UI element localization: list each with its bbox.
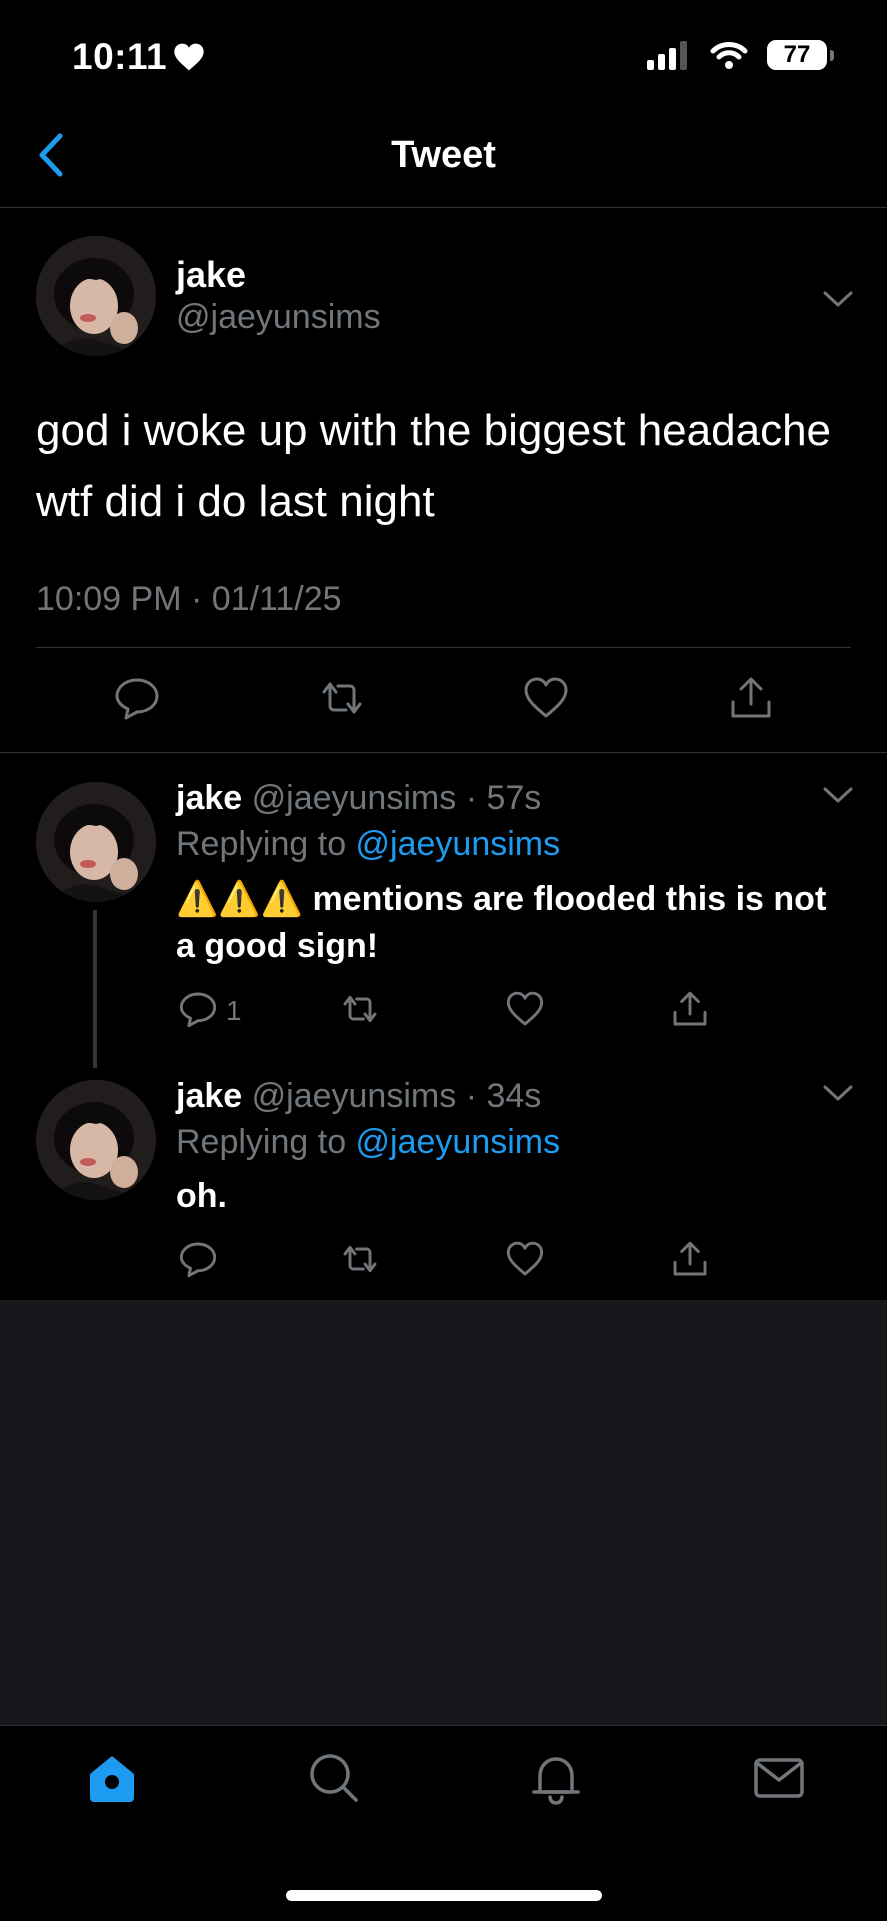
home-indicator[interactable] — [286, 1890, 602, 1901]
author-handle[interactable]: @jaeyunsims — [176, 298, 381, 337]
reply-time: · 57s — [465, 779, 542, 817]
share-icon[interactable] — [670, 989, 710, 1029]
wifi-icon — [710, 42, 748, 69]
mail-icon[interactable] — [751, 1750, 807, 1806]
reply-avatar[interactable] — [36, 782, 156, 902]
heart-icon[interactable] — [505, 989, 545, 1029]
meta-divider — [36, 647, 851, 648]
signal-icon — [647, 41, 687, 70]
reply-header: jake @jaeyunsims · 57s — [176, 779, 541, 818]
retweet-icon[interactable] — [318, 674, 366, 722]
share-icon[interactable] — [727, 674, 775, 722]
reply-count: 1 — [226, 995, 242, 1026]
heart-filled-icon — [174, 43, 204, 71]
reply-author-name[interactable]: jake — [176, 1077, 242, 1115]
actions-divider — [0, 752, 887, 753]
header-divider — [0, 207, 887, 208]
battery-indicator: 77 — [767, 40, 834, 70]
reply-time: · 34s — [465, 1077, 542, 1115]
chevron-down-icon[interactable] — [822, 288, 854, 310]
chevron-down-icon[interactable] — [822, 1082, 854, 1104]
bell-icon[interactable] — [528, 1750, 584, 1806]
replying-to-mention[interactable]: @jaeyunsims — [356, 1123, 561, 1161]
heart-icon[interactable] — [522, 674, 570, 722]
reply-text: ⚠️⚠️⚠️ mentions are flooded this is not … — [176, 880, 827, 965]
empty-area — [0, 1300, 887, 1725]
replying-to: Replying to @jaeyunsims — [176, 825, 560, 864]
share-icon[interactable] — [670, 1239, 710, 1279]
page-title: Tweet — [391, 134, 496, 176]
reply-author-name[interactable]: jake — [176, 779, 242, 817]
tweet-timestamp: 10:09 PM · 01/11/25 — [36, 580, 342, 618]
thread-line — [93, 910, 97, 1068]
status-time-text: 10:11 — [72, 36, 168, 77]
comment-icon[interactable] — [178, 1239, 218, 1279]
tweet-text: god i woke up with the biggest headache … — [36, 406, 832, 526]
heart-icon[interactable] — [505, 1239, 545, 1279]
comment-icon[interactable] — [178, 989, 218, 1029]
status-time: 10:11 — [72, 36, 205, 78]
search-icon[interactable] — [306, 1750, 362, 1806]
reply-author-handle[interactable]: @jaeyunsims — [252, 779, 457, 817]
avatar[interactable] — [36, 236, 156, 356]
replying-to-label: Replying to — [176, 1123, 356, 1161]
replying-to: Replying to @jaeyunsims — [176, 1123, 560, 1162]
battery-level: 77 — [783, 41, 811, 68]
home-icon[interactable] — [84, 1750, 140, 1806]
comment-icon[interactable] — [113, 674, 161, 722]
status-indicators: 77 — [647, 40, 834, 70]
retweet-icon[interactable] — [340, 1239, 380, 1279]
reply-author-handle[interactable]: @jaeyunsims — [252, 1077, 457, 1115]
retweet-icon[interactable] — [340, 989, 380, 1029]
reply-header: jake @jaeyunsims · 34s — [176, 1077, 541, 1116]
author-name[interactable]: jake — [176, 254, 246, 296]
replying-to-mention[interactable]: @jaeyunsims — [356, 825, 561, 863]
replying-to-label: Replying to — [176, 825, 356, 863]
chevron-down-icon[interactable] — [822, 784, 854, 806]
reply-text: oh. — [176, 1177, 227, 1215]
reply-avatar[interactable] — [36, 1080, 156, 1200]
